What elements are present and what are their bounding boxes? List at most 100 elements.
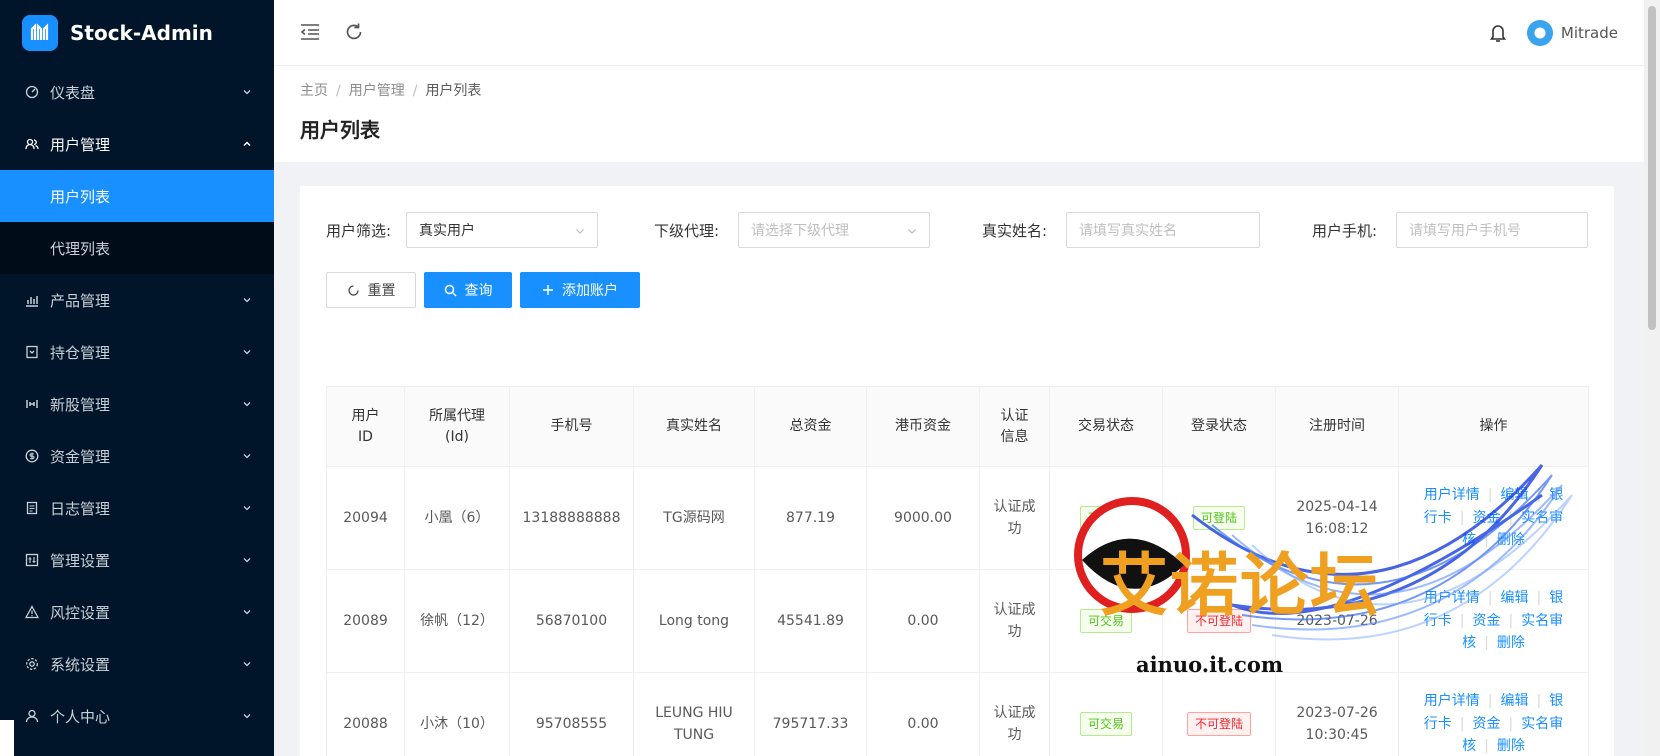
- sidebar-item-user-list[interactable]: 用户列表: [0, 170, 274, 222]
- reset-button[interactable]: 重置: [326, 272, 416, 308]
- agent-select[interactable]: 请选择下级代理: [738, 212, 930, 248]
- sidebar-item-admin-settings[interactable]: 管理设置: [0, 534, 274, 586]
- sidebar-item-product-management[interactable]: 产品管理: [0, 274, 274, 326]
- watermark-text: 艾诺论坛: [1100, 546, 1381, 626]
- user-icon: [24, 708, 40, 724]
- agent-name: 小凰（6）: [424, 509, 490, 526]
- bell-icon[interactable]: [1489, 23, 1507, 43]
- sidebar-item-funds-management[interactable]: 资金管理: [0, 430, 274, 482]
- register-date: 2023-07-26: [1296, 704, 1378, 721]
- sidebar-item-dashboard[interactable]: 仪表盘: [0, 66, 274, 118]
- table-cell: 认证成功: [979, 466, 1050, 570]
- table-cell: Long tong: [633, 569, 755, 673]
- logo[interactable]: Stock-Admin: [0, 0, 274, 66]
- op-link-3[interactable]: 资金: [1473, 510, 1501, 526]
- add-account-button[interactable]: 添加账户: [520, 272, 640, 308]
- column-header: 登录状态: [1162, 386, 1276, 467]
- breadcrumb-current: 用户列表: [425, 83, 482, 99]
- breadcrumb: 主页 / 用户管理 / 用户列表: [300, 83, 482, 99]
- op-link-3[interactable]: 资金: [1473, 613, 1501, 629]
- sidebar-item-label: 风控设置: [50, 603, 111, 622]
- op-link-1[interactable]: 编辑: [1501, 693, 1529, 709]
- sidebar-item-position-management[interactable]: 持仓管理: [0, 326, 274, 378]
- sidebar-item-label: 新股管理: [50, 395, 111, 414]
- phone-placeholder: 请填写用户手机号: [1409, 223, 1521, 239]
- warning-icon: [24, 604, 40, 620]
- real-name: LEUNG HIU TUNG: [655, 704, 733, 743]
- realname-label: 真实姓名:: [982, 222, 1048, 240]
- ipo-icon: [24, 396, 40, 412]
- menu-fold-icon[interactable]: [298, 20, 322, 44]
- column-header: 手机号: [509, 386, 634, 467]
- table-cell: 可交易: [1049, 672, 1163, 756]
- op-link-5[interactable]: 删除: [1497, 738, 1525, 754]
- column-header: 真实姓名: [633, 386, 755, 467]
- sidebar-item-log-management[interactable]: 日志管理: [0, 482, 274, 534]
- hkd-funds: 0.00: [907, 612, 939, 629]
- column-header: 操作: [1398, 386, 1589, 467]
- column-header: 认证 信息: [979, 386, 1050, 467]
- user-id: 20088: [343, 715, 388, 732]
- hkd-funds: 0.00: [907, 715, 939, 732]
- user-area: Mitrade: [1489, 17, 1618, 49]
- column-header-text: 信息: [1000, 428, 1029, 445]
- table-cell: 13188888888: [509, 466, 634, 570]
- op-link-0[interactable]: 用户详情: [1424, 487, 1480, 503]
- op-link-5[interactable]: 删除: [1497, 635, 1525, 651]
- op-link-1[interactable]: 编辑: [1501, 590, 1529, 606]
- breadcrumb-user-management[interactable]: 用户管理: [349, 83, 405, 99]
- op-link-0[interactable]: 用户详情: [1424, 693, 1480, 709]
- table-cell: 795717.33: [754, 672, 867, 756]
- sidebar-item-label: 资金管理: [50, 447, 111, 466]
- user-table: 用户 ID 所属代理 (Id) 手机号 真实姓名 总资金 港币资金 认证 信息 交易状态 登录状态 注册…: [326, 386, 1589, 756]
- column-header-text: 操作: [1479, 418, 1508, 434]
- table-cell: 不可登陆: [1162, 672, 1276, 756]
- app-title: Stock-Admin: [70, 21, 213, 45]
- chart-icon: [24, 292, 40, 308]
- plus-icon: [542, 284, 554, 296]
- column-header: 总资金: [754, 386, 867, 467]
- filter-row: 用户筛选: 真实用户 下级代理: 请选择下级代理 真实姓名: 请填写真实姓名 用…: [326, 212, 1588, 248]
- realname-input[interactable]: 请填写真实姓名: [1066, 212, 1260, 248]
- sidebar-item-agent-list[interactable]: 代理列表: [0, 222, 274, 274]
- sidebar-item-ipo-management[interactable]: 新股管理: [0, 378, 274, 430]
- op-link-3[interactable]: 资金: [1473, 716, 1501, 732]
- scrollbar-thumb[interactable]: [1648, 6, 1656, 330]
- settings-panel-icon: [24, 552, 40, 568]
- actions-cell: 用户详情 | 编辑 | 银行卡 | 资金 | 实名审核 | 删除: [1398, 569, 1589, 673]
- table-cell: 认证成功: [979, 569, 1050, 673]
- column-header-text: 认证: [1000, 407, 1029, 424]
- add-label: 添加账户: [562, 283, 618, 299]
- chevron-down-icon: [243, 90, 251, 95]
- sidebar-item-label: 管理设置: [50, 551, 111, 570]
- refresh-icon[interactable]: [342, 20, 366, 44]
- username[interactable]: Mitrade: [1561, 24, 1618, 42]
- log-icon: [24, 500, 40, 516]
- column-header: 交易状态: [1049, 386, 1163, 467]
- login-status-badge: 可登陆: [1192, 506, 1245, 530]
- table-row: 20088 小沐（10） 95708555 LEUNG HIU TUNG 795717.…: [326, 672, 1589, 756]
- op-link-1[interactable]: 编辑: [1501, 487, 1529, 503]
- top-header: Mitrade: [274, 0, 1644, 66]
- query-button[interactable]: 查询: [424, 272, 512, 308]
- table-cell: 小沐（10）: [404, 672, 510, 756]
- column-header-text: 交易状态: [1078, 418, 1134, 434]
- sidebar-item-system-settings[interactable]: 系统设置: [0, 638, 274, 690]
- page-scrollbar[interactable]: [1644, 0, 1660, 756]
- sidebar-item-user-management[interactable]: 用户管理: [0, 118, 274, 170]
- gear-icon: [24, 656, 40, 672]
- sidebar: Stock-Admin 仪表盘 用户管理 用户列表 代理列表 产品管理 持仓管理…: [0, 0, 274, 756]
- phone-input[interactable]: 请填写用户手机号: [1396, 212, 1588, 248]
- sidebar-item-personal-center[interactable]: 个人中心: [0, 690, 274, 742]
- user-filter-select[interactable]: 真实用户: [406, 212, 598, 248]
- actions-cell: 用户详情 | 编辑 | 银行卡 | 资金 | 实名审核 | 删除: [1398, 672, 1589, 756]
- op-link-5[interactable]: 删除: [1497, 532, 1525, 548]
- breadcrumb-home[interactable]: 主页: [300, 83, 328, 99]
- total-funds: 877.19: [786, 509, 835, 526]
- sidebar-item-label: 用户管理: [50, 135, 111, 154]
- avatar[interactable]: [1526, 20, 1553, 46]
- reset-label: 重置: [367, 283, 396, 299]
- op-link-0[interactable]: 用户详情: [1424, 590, 1480, 606]
- sidebar-item-risk-settings[interactable]: 风控设置: [0, 586, 274, 638]
- phone-number: 13188888888: [522, 509, 621, 526]
